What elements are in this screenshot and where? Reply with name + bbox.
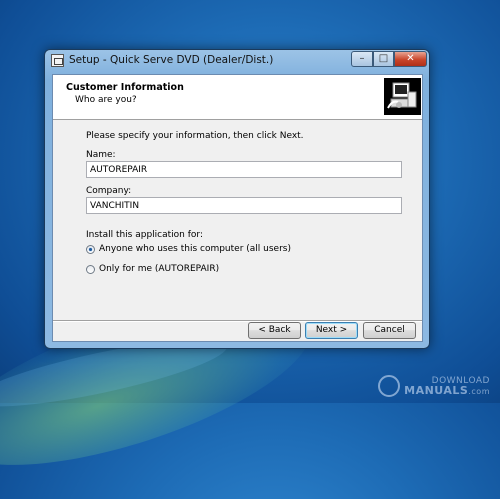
watermark-logo-icon bbox=[378, 375, 401, 397]
back-button[interactable]: < Back bbox=[248, 322, 301, 339]
minimize-button[interactable]: – bbox=[351, 51, 373, 67]
setup-app-icon[interactable] bbox=[51, 54, 64, 67]
installer-computer-icon bbox=[384, 78, 421, 115]
radio-button-selected[interactable] bbox=[86, 244, 95, 254]
close-button[interactable]: ✕ bbox=[394, 51, 427, 67]
cancel-button[interactable]: Cancel bbox=[363, 322, 416, 339]
page-subtitle: Who are you? bbox=[75, 95, 137, 105]
name-field[interactable] bbox=[86, 161, 402, 178]
watermark-line2: MANUALS bbox=[404, 383, 469, 397]
watermark: DOWNLOAD MANUALS.com bbox=[378, 375, 490, 397]
wizard-body: Please specify your information, then cl… bbox=[53, 120, 422, 320]
radio-all-users-label: Anyone who uses this computer (all users… bbox=[99, 244, 291, 254]
radio-all-users[interactable]: Anyone who uses this computer (all users… bbox=[86, 244, 291, 254]
window-title: Setup - Quick Serve DVD (Dealer/Dist.) bbox=[69, 54, 274, 66]
maximize-button[interactable]: □ bbox=[373, 51, 394, 67]
name-label: Name: bbox=[86, 150, 116, 160]
radio-only-me-label: Only for me (AUTOREPAIR) bbox=[99, 264, 220, 274]
company-field[interactable] bbox=[86, 197, 402, 214]
title-bar[interactable]: Setup - Quick Serve DVD (Dealer/Dist.) –… bbox=[45, 50, 429, 72]
radio-only-me[interactable]: Only for me (AUTOREPAIR) bbox=[86, 264, 219, 274]
setup-window: Setup - Quick Serve DVD (Dealer/Dist.) –… bbox=[44, 49, 430, 349]
page-title: Customer Information bbox=[66, 82, 184, 93]
watermark-line3: .com bbox=[468, 386, 490, 396]
install-for-label: Install this application for: bbox=[86, 230, 203, 240]
radio-button-unselected[interactable] bbox=[86, 264, 95, 274]
company-label: Company: bbox=[86, 186, 132, 196]
wizard-header: Customer Information Who are you? bbox=[53, 75, 422, 120]
dialog-client-area: Customer Information Who are you? Please… bbox=[52, 74, 423, 342]
intro-text: Please specify your information, then cl… bbox=[86, 131, 304, 141]
next-button[interactable]: Next > bbox=[305, 322, 358, 339]
